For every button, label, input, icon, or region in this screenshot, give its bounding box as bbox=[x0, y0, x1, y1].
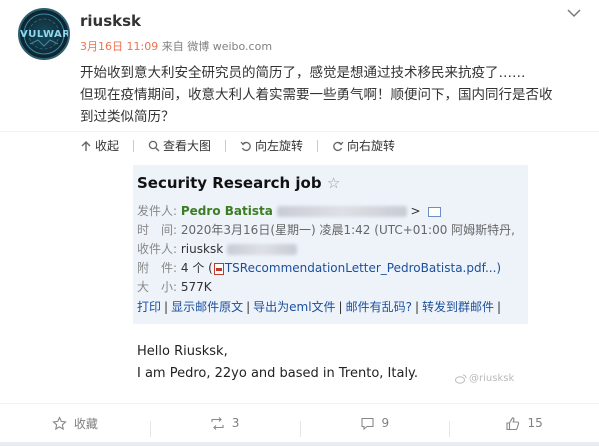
image-toolbar: 收起 查看大图 向左旋转 向右旋转 bbox=[80, 137, 395, 154]
rotate-right-icon bbox=[333, 141, 344, 151]
attachment-row: 附 件: 4 个 ( TSRecommendationLetter_PedroBa… bbox=[137, 259, 501, 276]
redacted-email-blur bbox=[226, 244, 297, 255]
collapse-arrow-icon bbox=[81, 140, 91, 151]
post-text-line: 开始收到意大利安全研究员的简历了，感觉是想通过技术移民来抗疫了…… bbox=[80, 65, 526, 81]
size-label: 大 小: bbox=[137, 280, 178, 294]
sender-label: 发件人: bbox=[137, 204, 178, 218]
repost-button[interactable]: 3 bbox=[149, 416, 300, 437]
show-original-link: 显示邮件原文 bbox=[171, 300, 244, 314]
pdf-icon bbox=[213, 262, 224, 275]
email-body: Hello Riusksk, I am Pedro, 22yo and base… bbox=[137, 341, 418, 385]
action-bar: 收藏 3 9 15 bbox=[0, 404, 599, 442]
recipient-value: riusksk bbox=[180, 242, 224, 256]
email-header: Security Research job ☆ 发件人: Pedro Batis… bbox=[133, 165, 528, 324]
watermark-text: @riusksk bbox=[469, 373, 515, 384]
rotate-left-icon bbox=[240, 141, 251, 151]
email-subject-text: Security Research job bbox=[137, 174, 322, 192]
thumbs-up-icon bbox=[506, 416, 520, 430]
collapse-button[interactable]: 收起 bbox=[80, 137, 119, 154]
post-meta: 3月16日 11:09 来自 微博 weibo.com bbox=[80, 38, 272, 54]
garbled-text-link: 邮件有乱码? bbox=[345, 300, 412, 314]
divider bbox=[0, 131, 599, 132]
username[interactable]: riusksk bbox=[80, 12, 141, 30]
email-subject: Security Research job ☆ bbox=[137, 174, 340, 192]
time-row: 时 间: 2020年3月16日(星期一) 凌晨1:42 (UTC+01:00 阿… bbox=[137, 221, 515, 238]
attachment-label: 附 件: bbox=[137, 261, 178, 275]
sender-name: Pedro Batista bbox=[180, 204, 273, 218]
post-time[interactable]: 3月16日 11:09 bbox=[80, 40, 158, 53]
post-text: 开始收到意大利安全研究员的简历了，感觉是想通过技术移民来抗疫了…… 但现在疫情期… bbox=[80, 62, 580, 128]
source-prefix: 来自 bbox=[161, 40, 184, 53]
rotate-left-label: 向左旋转 bbox=[255, 139, 304, 153]
collapse-label: 收起 bbox=[95, 139, 120, 153]
email-body-line: I am Pedro, 22yo and based in Trento, It… bbox=[137, 366, 419, 381]
attachment-name: TSRecommendationLetter_PedroBatista.pdf.… bbox=[224, 261, 502, 275]
comment-button[interactable]: 9 bbox=[299, 416, 450, 437]
rotate-left-button[interactable]: 向左旋转 bbox=[240, 137, 303, 154]
view-large-label: 查看大图 bbox=[163, 139, 212, 153]
repost-icon bbox=[211, 416, 224, 430]
chevron-down-icon[interactable] bbox=[567, 8, 581, 18]
toolbar-separator bbox=[225, 139, 227, 152]
repost-count: 3 bbox=[231, 416, 240, 430]
comment-count: 9 bbox=[381, 416, 390, 430]
magnifier-icon bbox=[148, 140, 160, 151]
time-value: 2020年3月16日(星期一) 凌晨1:42 (UTC+01:00 阿姆斯特丹, bbox=[180, 223, 515, 237]
star-outline-icon bbox=[52, 415, 67, 430]
avatar[interactable]: VULWAR bbox=[18, 8, 70, 60]
recipient-row: 收件人: riusksk bbox=[137, 240, 297, 257]
like-button[interactable]: 15 bbox=[449, 416, 599, 437]
star-icon: ☆ bbox=[326, 174, 341, 192]
rotate-right-button[interactable]: 向右旋转 bbox=[332, 137, 395, 154]
attachment-count: 4 个 ( bbox=[180, 261, 213, 275]
favorite-button[interactable]: 收藏 bbox=[0, 415, 150, 432]
forward-group-link: 转发到群邮件 bbox=[422, 300, 495, 314]
toolbar-separator bbox=[133, 139, 135, 152]
email-actions: 打印 | 显示邮件原文 | 导出为eml文件 | 邮件有乱码? | 转发到群邮件 | bbox=[137, 300, 502, 314]
sender-tail: > bbox=[410, 204, 421, 218]
comment-icon bbox=[360, 417, 374, 430]
next-post-edge bbox=[0, 442, 599, 446]
post-text-line: 到过类似简历？ bbox=[80, 109, 175, 125]
sender-row: 发件人: Pedro Batista > bbox=[137, 202, 442, 219]
post-text-line: 但现在疫情期间，收意大利人着实需要一些勇气啊！顺便问下，国内同行是否收 bbox=[80, 87, 553, 103]
print-link: 打印 bbox=[137, 300, 162, 314]
avatar-logo-text: VULWAR bbox=[20, 29, 70, 40]
rotate-right-label: 向右旋转 bbox=[347, 139, 396, 153]
recipient-label: 收件人: bbox=[137, 242, 178, 256]
weibo-logo-icon bbox=[455, 374, 467, 384]
contact-card-icon bbox=[428, 206, 442, 217]
toolbar-separator bbox=[317, 139, 319, 152]
like-count: 15 bbox=[527, 416, 543, 430]
size-value: 577K bbox=[180, 280, 212, 294]
favorite-label: 收藏 bbox=[73, 416, 98, 431]
export-eml-link: 导出为eml文件 bbox=[253, 300, 336, 314]
weibo-watermark: @riusksk bbox=[455, 373, 514, 384]
email-screenshot-image[interactable]: Security Research job ☆ 发件人: Pedro Batis… bbox=[133, 165, 528, 399]
redacted-email-blur bbox=[276, 206, 407, 217]
view-large-button[interactable]: 查看大图 bbox=[148, 137, 211, 154]
email-body-line: Hello Riusksk, bbox=[137, 344, 228, 359]
source-app[interactable]: 微博 weibo.com bbox=[187, 40, 272, 53]
size-row: 大 小: 577K bbox=[137, 278, 212, 295]
time-label: 时 间: bbox=[137, 223, 178, 237]
